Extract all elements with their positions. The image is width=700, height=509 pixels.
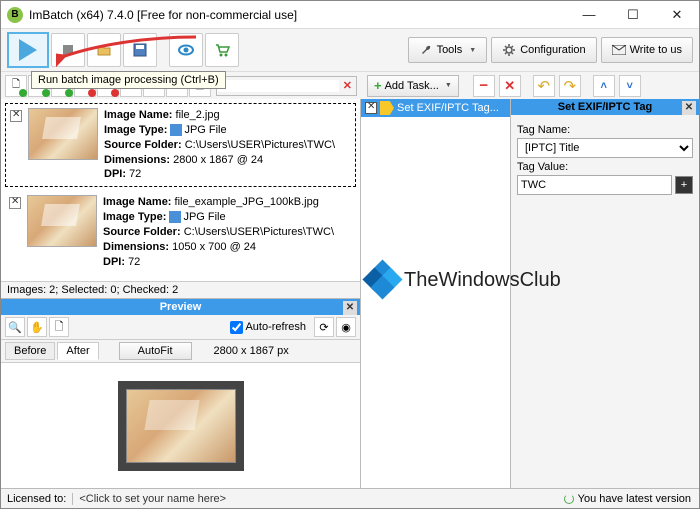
play-icon bbox=[19, 39, 37, 61]
preview-header: Preview ✕ bbox=[1, 299, 360, 315]
tab-after[interactable]: After bbox=[57, 342, 98, 360]
save-button[interactable] bbox=[123, 33, 157, 67]
refresh-button[interactable]: ⟳ bbox=[314, 317, 334, 337]
image-checkbox[interactable] bbox=[9, 197, 21, 209]
image-meta: Image Name: file_example_JPG_100kB.jpg I… bbox=[103, 195, 334, 269]
image-meta: Image Name: file_2.jpg Image Type: JPG F… bbox=[104, 108, 335, 182]
auto-refresh-label: Auto-refresh bbox=[245, 321, 306, 333]
preview-close-button[interactable]: ✕ bbox=[343, 301, 357, 315]
task-list-pane[interactable]: Set EXIF/IPTC Tag... bbox=[361, 99, 511, 488]
write-to-us-button[interactable]: Write to us bbox=[601, 37, 693, 63]
search-box[interactable]: ✕ bbox=[216, 76, 357, 96]
gear-icon bbox=[502, 43, 516, 57]
undo-button[interactable]: ↶ bbox=[533, 75, 555, 97]
cart-button[interactable] bbox=[205, 33, 239, 67]
search-input[interactable] bbox=[217, 80, 339, 92]
image-thumbnail bbox=[28, 108, 98, 160]
mail-icon bbox=[612, 45, 626, 55]
close-button[interactable]: ✕ bbox=[655, 1, 699, 29]
tagvalue-input[interactable] bbox=[517, 175, 672, 195]
preview-pane: Preview ✕ 🔍 ✋ 🗋 Auto-refresh ⟳ ◉ Before … bbox=[1, 298, 360, 488]
minimize-button[interactable]: — bbox=[567, 1, 611, 29]
properties-header: Set EXIF/IPTC Tag ✕ bbox=[511, 99, 699, 115]
main-toolbar: Tools Configuration Write to us bbox=[1, 29, 699, 71]
window-title: ImBatch (x64) 7.4.0 [Free for non-commer… bbox=[29, 8, 567, 22]
tools-menu[interactable]: Tools bbox=[408, 37, 488, 63]
preview-toggle-button[interactable] bbox=[169, 33, 203, 67]
image-item[interactable]: Image Name: file_2.jpg Image Type: JPG F… bbox=[5, 103, 356, 187]
maximize-button[interactable]: ☐ bbox=[611, 1, 655, 29]
content-area: Image Name: file_2.jpg Image Type: JPG F… bbox=[1, 99, 699, 488]
target-button[interactable]: ◉ bbox=[336, 317, 356, 337]
filetype-icon bbox=[169, 211, 181, 223]
run-batch-button[interactable] bbox=[7, 32, 49, 68]
task-item[interactable]: Set EXIF/IPTC Tag... bbox=[361, 99, 510, 117]
open-button[interactable] bbox=[87, 33, 121, 67]
tag-icon bbox=[380, 101, 394, 115]
add-task-button[interactable]: + Add Task... bbox=[367, 75, 459, 97]
zoom-tool[interactable]: 🔍 bbox=[5, 317, 25, 337]
preview-image bbox=[126, 389, 236, 463]
license-label: Licensed to: bbox=[1, 493, 73, 505]
run-tooltip: Run batch image processing (Ctrl+B) bbox=[31, 71, 226, 89]
image-checkbox[interactable] bbox=[10, 110, 22, 122]
tab-before[interactable]: Before bbox=[5, 342, 55, 360]
auto-refresh-checkbox[interactable] bbox=[230, 321, 243, 334]
redo-button[interactable]: ↷ bbox=[559, 75, 581, 97]
image-thumbnail bbox=[27, 195, 97, 247]
wrench-icon bbox=[419, 43, 433, 57]
tagname-select[interactable]: [IPTC] Title bbox=[517, 138, 693, 158]
tagvalue-label: Tag Value: bbox=[517, 161, 693, 173]
image-list[interactable]: Image Name: file_2.jpg Image Type: JPG F… bbox=[1, 99, 360, 281]
move-up-button[interactable]: ˄ bbox=[593, 75, 615, 97]
delete-task-button[interactable]: ✕ bbox=[499, 75, 521, 97]
image-item[interactable]: Image Name: file_example_JPG_100kB.jpg I… bbox=[5, 191, 356, 273]
plus-icon: + bbox=[374, 78, 382, 93]
stop-button[interactable] bbox=[51, 33, 85, 67]
license-value[interactable]: <Click to set your name here> bbox=[73, 493, 232, 505]
properties-close-button[interactable]: ✕ bbox=[682, 101, 696, 115]
version-status: You have latest version bbox=[556, 493, 699, 505]
preview-dimensions: 2800 x 1867 px bbox=[204, 343, 299, 359]
properties-pane: Set EXIF/IPTC Tag ✕ Tag Name: [IPTC] Tit… bbox=[511, 99, 699, 488]
titlebar: B ImBatch (x64) 7.4.0 [Free for non-comm… bbox=[1, 1, 699, 29]
configuration-button[interactable]: Configuration bbox=[491, 37, 596, 63]
autofit-button[interactable]: AutoFit bbox=[119, 342, 192, 360]
info-tool[interactable]: 🗋 bbox=[49, 317, 69, 337]
preview-image-area[interactable] bbox=[1, 363, 360, 488]
add-tag-value-button[interactable]: + bbox=[675, 176, 693, 194]
tagname-label: Tag Name: bbox=[517, 124, 693, 136]
clear-search-icon[interactable]: ✕ bbox=[339, 79, 356, 92]
left-pane: Image Name: file_2.jpg Image Type: JPG F… bbox=[1, 99, 361, 488]
status-bar: Licensed to: <Click to set your name her… bbox=[1, 488, 699, 508]
pan-tool[interactable]: ✋ bbox=[27, 317, 47, 337]
add-files-button[interactable]: 🗋 bbox=[5, 75, 27, 97]
version-check-icon bbox=[564, 494, 574, 504]
move-down-button[interactable]: ˅ bbox=[619, 75, 641, 97]
app-icon: B bbox=[7, 7, 23, 23]
filetype-icon bbox=[170, 124, 182, 136]
task-label: Set EXIF/IPTC Tag... bbox=[397, 102, 499, 114]
remove-task-button[interactable]: − bbox=[473, 75, 495, 97]
task-checkbox[interactable] bbox=[365, 102, 377, 114]
image-count-status: Images: 2; Selected: 0; Checked: 2 bbox=[1, 281, 360, 298]
